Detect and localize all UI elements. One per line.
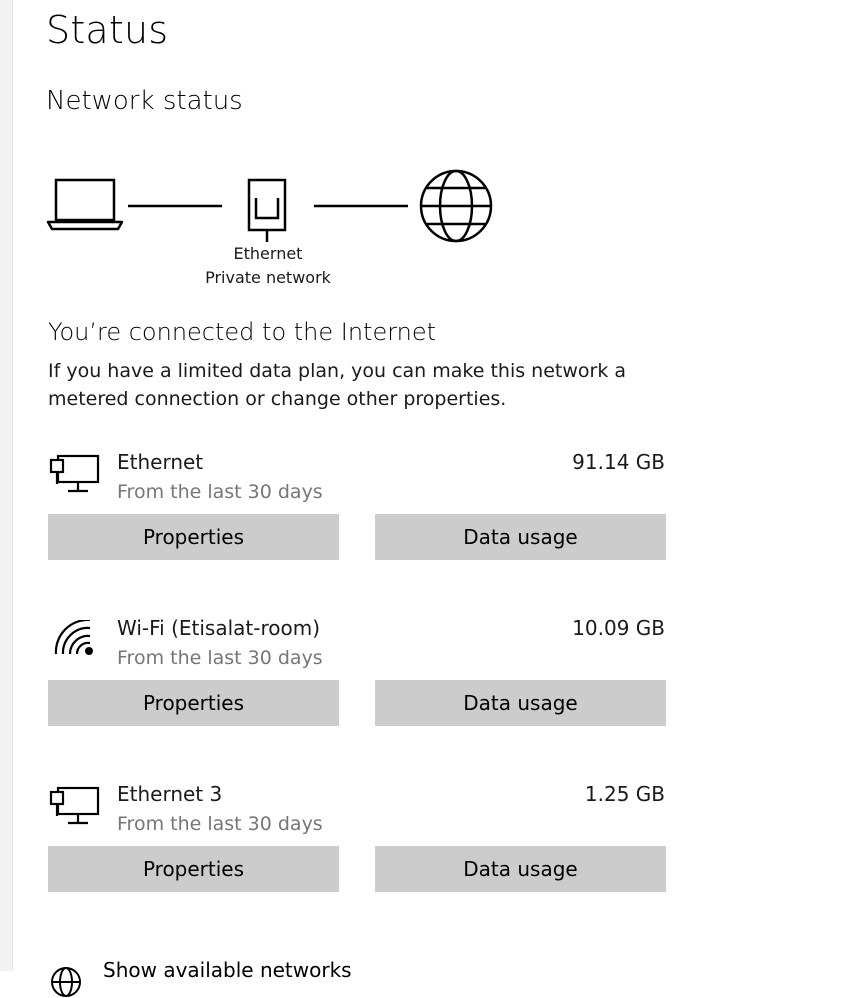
network-period: From the last 30 days <box>117 813 323 835</box>
properties-button[interactable]: Properties <box>48 846 339 892</box>
network-diagram: Ethernet Private network <box>46 168 506 298</box>
ethernet-icon <box>49 786 100 825</box>
network-name: Ethernet <box>117 450 204 474</box>
left-edge-strip <box>0 0 13 971</box>
connection-status-title: You’re connected to the Internet <box>48 318 437 346</box>
network-usage: 91.14 GB <box>572 450 665 474</box>
diagram-connection-name: Ethernet <box>233 244 303 263</box>
laptop-icon <box>46 178 124 231</box>
diagram-network-type: Private network <box>205 268 331 287</box>
network-name: Wi-Fi (Etisalat-room) <box>117 616 320 640</box>
network-item-ethernet-3: Ethernet 3 From the last 30 days 1.25 GB… <box>48 782 668 936</box>
data-usage-button[interactable]: Data usage <box>375 514 666 560</box>
properties-button[interactable]: Properties <box>48 514 339 560</box>
network-item-ethernet: Ethernet From the last 30 days 91.14 GB … <box>48 450 668 604</box>
network-period: From the last 30 days <box>117 481 323 503</box>
network-period: From the last 30 days <box>117 647 323 669</box>
connection-line-left <box>128 204 222 208</box>
ethernet-icon <box>49 454 100 493</box>
page-title: Status <box>46 8 169 52</box>
connection-line-right <box>314 204 408 208</box>
network-item-wifi: Wi-Fi (Etisalat-room) From the last 30 d… <box>48 616 668 770</box>
wifi-icon <box>54 620 93 655</box>
show-available-networks-label: Show available networks <box>103 958 352 982</box>
data-usage-button[interactable]: Data usage <box>375 846 666 892</box>
network-usage: 1.25 GB <box>584 782 665 806</box>
ethernet-port-icon <box>247 178 287 242</box>
section-title-network-status: Network status <box>46 86 243 116</box>
connection-status-description: If you have a limited data plan, you can… <box>48 360 627 410</box>
properties-button[interactable]: Properties <box>48 680 339 726</box>
network-name: Ethernet 3 <box>117 782 223 806</box>
data-usage-button[interactable]: Data usage <box>375 680 666 726</box>
network-usage: 10.09 GB <box>572 616 665 640</box>
globe-icon <box>419 169 493 243</box>
